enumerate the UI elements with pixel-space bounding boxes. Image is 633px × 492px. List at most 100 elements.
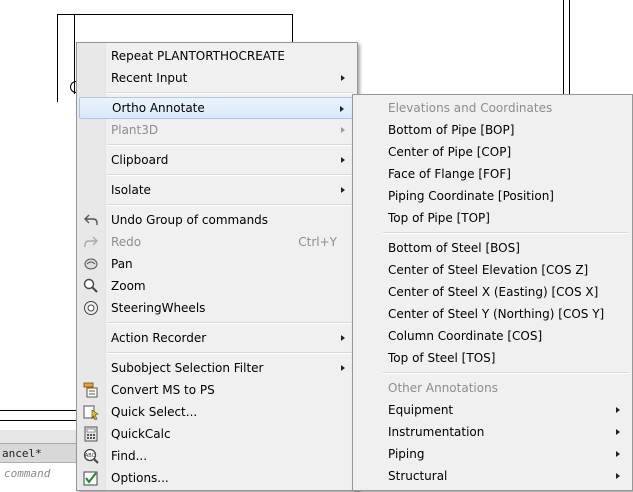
menu-item-shortcut: Ctrl+Y [298, 235, 337, 249]
menu-item-label: SteeringWheels [111, 301, 206, 315]
drawing-line-right-a [563, 0, 564, 94]
find-icon: ABC [83, 448, 99, 464]
menu-item-steeringwheels[interactable]: SteeringWheels [79, 297, 355, 319]
menu-item-label: Repeat PLANTORTHOCREATE [111, 49, 285, 63]
drawing-line-right-b [569, 0, 570, 94]
menu-separator [383, 232, 628, 234]
menu-item-convert-ms-ps[interactable]: Convert MS to PS [79, 379, 355, 401]
submenu-item-label: Bottom of Pipe [BOP] [388, 123, 515, 137]
command-input[interactable]: command [0, 462, 78, 484]
menu-item-label: Convert MS to PS [111, 383, 215, 397]
menu-item-label: Undo Group of commands [111, 213, 269, 227]
submenu-item-label: Center of Steel X (Easting) [COS X] [388, 285, 599, 299]
menu-item-ortho-annotate[interactable]: Ortho Annotate [79, 97, 355, 119]
submenu-item-fof[interactable]: Face of Flange [FOF] [355, 163, 630, 185]
menu-item-recent-input[interactable]: Recent Input [79, 67, 355, 89]
menu-item-label: Find... [111, 449, 148, 463]
command-history: ancel* [0, 443, 78, 462]
submenu-item-label: Piping [388, 447, 425, 461]
submenu-header-elevations: Elevations and Coordinates [355, 97, 630, 119]
submenu-item-cos-y[interactable]: Center of Steel Y (Northing) [COS Y] [355, 303, 630, 325]
ortho-annotate-submenu: Elevations and Coordinates Bottom of Pip… [352, 94, 633, 491]
submenu-header-label: Elevations and Coordinates [388, 101, 553, 115]
submenu-item-label: Top of Pipe [TOP] [388, 211, 490, 225]
submenu-item-label: Column Coordinate [COS] [388, 329, 543, 343]
submenu-item-label: Bottom of Steel [BOS] [388, 241, 520, 255]
redo-icon [83, 234, 99, 250]
command-line-border [0, 430, 78, 443]
submenu-item-column-coordinate[interactable]: Column Coordinate [COS] [355, 325, 630, 347]
menu-item-action-recorder[interactable]: Action Recorder [79, 327, 355, 349]
submenu-item-structural[interactable]: Structural [355, 465, 630, 487]
menu-item-label: Plant3D [111, 123, 159, 137]
menu-item-zoom[interactable]: Zoom [79, 275, 355, 297]
menu-separator [107, 204, 353, 206]
menu-separator [107, 144, 353, 146]
menu-item-subobject-filter[interactable]: Subobject Selection Filter [79, 357, 355, 379]
menu-separator [383, 372, 628, 374]
options-check-icon [83, 470, 99, 486]
submenu-item-cos-z[interactable]: Center of Steel Elevation [COS Z] [355, 259, 630, 281]
menu-item-label: Quick Select... [111, 405, 198, 419]
submenu-item-label: Center of Pipe [COP] [388, 145, 512, 159]
submenu-arrow-icon [616, 429, 620, 435]
menu-item-redo[interactable]: Redo Ctrl+Y [79, 231, 355, 253]
submenu-item-instrumentation[interactable]: Instrumentation [355, 421, 630, 443]
submenu-item-label: Top of Steel [TOS] [388, 351, 496, 365]
submenu-item-label: Center of Steel Elevation [COS Z] [388, 263, 589, 277]
drawing-rect-right [292, 14, 293, 44]
menu-separator [107, 322, 353, 324]
submenu-header-label: Other Annotations [388, 381, 498, 395]
menu-item-label: Recent Input [111, 71, 188, 85]
submenu-item-equipment[interactable]: Equipment [355, 399, 630, 421]
menu-item-label: Options... [111, 471, 169, 485]
menu-separator [107, 352, 353, 354]
submenu-item-bop[interactable]: Bottom of Pipe [BOP] [355, 119, 630, 141]
menu-item-label: QuickCalc [111, 427, 171, 441]
context-menu: Repeat PLANTORTHOCREATE Recent Input Ort… [76, 42, 358, 491]
menu-item-plant3d[interactable]: Plant3D [79, 119, 355, 141]
menu-item-label: Action Recorder [111, 331, 207, 345]
menu-item-clipboard[interactable]: Clipboard [79, 149, 355, 171]
drawing-rect-top [57, 14, 293, 15]
menu-item-isolate[interactable]: Isolate [79, 179, 355, 201]
menu-item-undo[interactable]: Undo Group of commands [79, 209, 355, 231]
submenu-item-piping-coordinate[interactable]: Piping Coordinate [Position] [355, 185, 630, 207]
menu-item-label: Ortho Annotate [112, 101, 205, 115]
submenu-item-label: Piping Coordinate [Position] [388, 189, 554, 203]
submenu-arrow-icon [341, 157, 345, 163]
menu-item-pan[interactable]: Pan [79, 253, 355, 275]
menu-item-find[interactable]: ABC Find... [79, 445, 355, 467]
submenu-item-bos[interactable]: Bottom of Steel [BOS] [355, 237, 630, 259]
zoom-icon [83, 278, 99, 294]
submenu-item-cos-x[interactable]: Center of Steel X (Easting) [COS X] [355, 281, 630, 303]
menu-item-label: Clipboard [111, 153, 169, 167]
convert-ms-ps-icon [83, 382, 99, 398]
svg-text:ABC: ABC [85, 453, 96, 459]
menu-separator [107, 92, 353, 94]
menu-item-label: Zoom [111, 279, 146, 293]
submenu-item-label: Equipment [388, 403, 454, 417]
submenu-item-label: Structural [388, 469, 448, 483]
submenu-item-label: Face of Flange [FOF] [388, 167, 511, 181]
menu-item-options[interactable]: Options... [79, 467, 355, 489]
submenu-arrow-icon [341, 75, 345, 81]
menu-item-repeat[interactable]: Repeat PLANTORTHOCREATE [79, 45, 355, 67]
submenu-item-cop[interactable]: Center of Pipe [COP] [355, 141, 630, 163]
submenu-item-top[interactable]: Top of Pipe [TOP] [355, 207, 630, 229]
submenu-arrow-icon [341, 365, 345, 371]
submenu-item-tos[interactable]: Top of Steel [TOS] [355, 347, 630, 369]
menu-item-quick-select[interactable]: Quick Select... [79, 401, 355, 423]
submenu-header-other: Other Annotations [355, 377, 630, 399]
drawing-line-bottom-2 [0, 420, 78, 421]
calculator-icon [83, 426, 99, 442]
submenu-arrow-icon [616, 407, 620, 413]
menu-item-label: Redo [111, 235, 142, 249]
submenu-arrow-icon [341, 127, 345, 133]
submenu-item-piping[interactable]: Piping [355, 443, 630, 465]
drawing-rect-left [57, 14, 58, 102]
submenu-arrow-icon [341, 335, 345, 341]
drawing-line-bottom [0, 410, 78, 411]
menu-separator [107, 174, 353, 176]
menu-item-quickcalc[interactable]: QuickCalc [79, 423, 355, 445]
